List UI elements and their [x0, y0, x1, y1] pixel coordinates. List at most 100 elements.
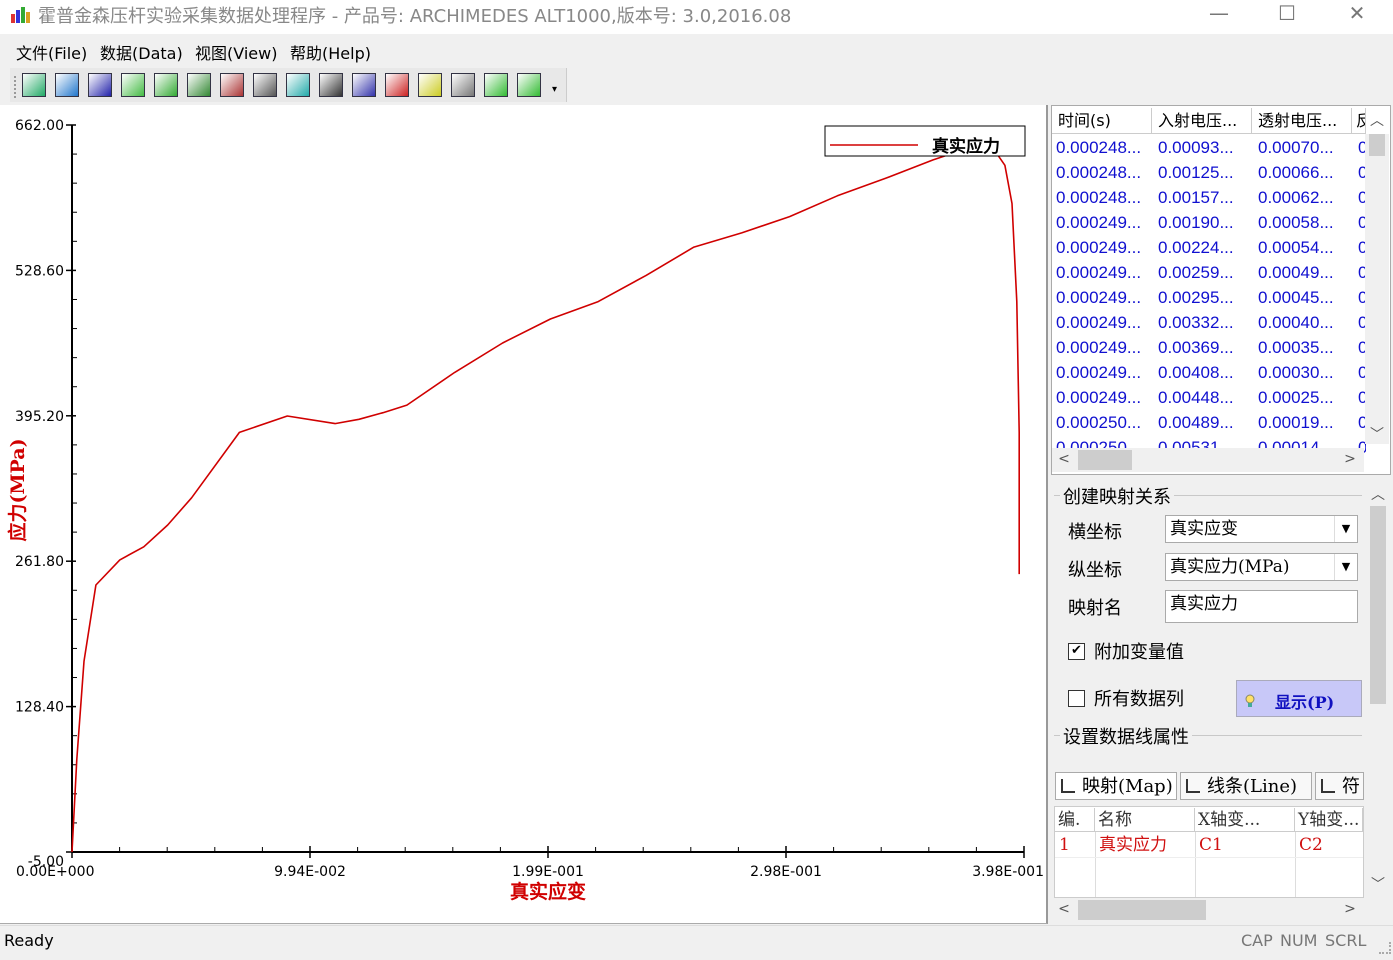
stop-icon[interactable]: [385, 73, 409, 97]
grid-cell[interactable]: 0.00489...: [1158, 410, 1252, 435]
import-icon[interactable]: [55, 73, 79, 97]
chevron-down-icon[interactable]: ▼: [1334, 554, 1357, 580]
save-icon[interactable]: [88, 73, 112, 97]
scroll-down-icon[interactable]: ﹀: [1365, 424, 1389, 444]
grid-cell[interactable]: 0.000249...: [1056, 385, 1150, 410]
grid-cell[interactable]: 0.000248...: [1056, 135, 1150, 160]
map-name-input[interactable]: 真实应力: [1165, 590, 1358, 623]
scroll-right-icon[interactable]: >: [1342, 901, 1358, 917]
map-table-cell[interactable]: C2: [1295, 833, 1363, 857]
grid-cell[interactable]: 0.000248...: [1056, 185, 1150, 210]
scroll-right-icon[interactable]: >: [1342, 451, 1358, 467]
grid-cell[interactable]: 0.00125...: [1158, 160, 1252, 185]
map-table-header-y[interactable]: Y轴变...: [1295, 808, 1363, 832]
grid-cell[interactable]: 0.00093...: [1158, 135, 1252, 160]
menu-help[interactable]: 帮助(Help): [290, 40, 371, 64]
map-table-cell[interactable]: C1: [1195, 833, 1295, 857]
zoom-icon[interactable]: [286, 73, 310, 97]
menu-file[interactable]: 文件(File): [16, 40, 87, 64]
grid-header-time[interactable]: 时间(s): [1052, 108, 1152, 134]
form-vscroll-thumb[interactable]: [1370, 506, 1386, 704]
maximize-button[interactable]: ☐: [1264, 0, 1310, 30]
grid-cell[interactable]: 0.00190...: [1158, 210, 1252, 235]
scroll-up-icon[interactable]: ︿: [1365, 110, 1389, 130]
tab-symbol[interactable]: 符: [1315, 772, 1364, 800]
grid-cell[interactable]: 0.00157...: [1158, 185, 1252, 210]
menu-view[interactable]: 视图(View): [195, 40, 277, 64]
append-values-checkbox[interactable]: ✔: [1068, 643, 1085, 660]
grid-cell[interactable]: 0.00062...: [1258, 185, 1352, 210]
signal-icon[interactable]: [187, 73, 211, 97]
map-table-cell[interactable]: 1: [1055, 833, 1095, 857]
grid-cell[interactable]: 0.00332...: [1158, 310, 1252, 335]
map-table-header-no[interactable]: 编.: [1055, 808, 1095, 832]
grid-cell[interactable]: 0.000249...: [1056, 360, 1150, 385]
grid-cell[interactable]: 0.000249...: [1056, 335, 1150, 360]
y-axis-select[interactable]: 真实应力(MPa) ▼: [1165, 553, 1358, 581]
menu-data[interactable]: 数据(Data): [100, 40, 183, 64]
toolbar-overflow-button[interactable]: ▾: [552, 84, 557, 95]
refresh-icon[interactable]: [121, 73, 145, 97]
scroll-up-icon[interactable]: ︿: [1366, 484, 1390, 504]
grid-hscroll-thumb[interactable]: [1078, 450, 1132, 470]
map-table-header-name[interactable]: 名称: [1095, 808, 1195, 832]
map-table-cell[interactable]: 真实应力: [1095, 833, 1195, 857]
grid-icon[interactable]: [352, 73, 376, 97]
grid-cell[interactable]: 0.000249...: [1056, 285, 1150, 310]
grid-cell[interactable]: 0.00295...: [1158, 285, 1252, 310]
show-button[interactable]: 显示(P): [1236, 680, 1362, 717]
x-axis-select[interactable]: 真实应变 ▼: [1165, 515, 1358, 543]
grid-cell[interactable]: 0.00448...: [1158, 385, 1252, 410]
grid-cell[interactable]: 0.00058...: [1258, 210, 1352, 235]
minimize-button[interactable]: —: [1196, 0, 1242, 30]
clock-icon[interactable]: [319, 73, 343, 97]
tab-map[interactable]: 映射(Map): [1055, 772, 1177, 800]
grid-header-incident[interactable]: 入射电压...: [1152, 108, 1252, 134]
open-folder-icon[interactable]: [22, 73, 46, 97]
grid-cell[interactable]: 0.00025...: [1258, 385, 1352, 410]
resize-grip[interactable]: [1379, 942, 1391, 954]
grid-header-reflect[interactable]: 反: [1352, 108, 1366, 134]
grid-cell[interactable]: 0.00369...: [1158, 335, 1252, 360]
close-button[interactable]: ✕: [1334, 0, 1380, 30]
grid-horizontal-scrollbar[interactable]: < >: [1052, 448, 1364, 472]
scroll-left-icon[interactable]: <: [1056, 901, 1072, 917]
chart-icon[interactable]: [154, 73, 178, 97]
map-table-header-x[interactable]: X轴变...: [1195, 808, 1295, 832]
edit-chart-icon[interactable]: [484, 73, 508, 97]
grid-cell[interactable]: 0.00259...: [1158, 260, 1252, 285]
grid-cell[interactable]: 0.000248...: [1056, 160, 1150, 185]
grid-cell[interactable]: 0.00045...: [1258, 285, 1352, 310]
form-vertical-scrollbar[interactable]: ︿ ﹀: [1366, 478, 1390, 898]
grid-cell[interactable]: 0.00054...: [1258, 235, 1352, 260]
help-icon[interactable]: [418, 73, 442, 97]
grid-cell[interactable]: 0.00049...: [1258, 260, 1352, 285]
grid-cell[interactable]: 0.00019...: [1258, 410, 1352, 435]
grid-cell[interactable]: 0.00224...: [1158, 235, 1252, 260]
grid-cell[interactable]: 0.00408...: [1158, 360, 1252, 385]
grid-cell[interactable]: 0.00030...: [1258, 360, 1352, 385]
tab-line[interactable]: 线条(Line): [1180, 772, 1312, 800]
grid-cell[interactable]: 0.00066...: [1258, 160, 1352, 185]
grid-vscroll-thumb[interactable]: [1369, 134, 1385, 156]
scroll-down-icon[interactable]: ﹀: [1366, 874, 1390, 894]
grid-vertical-scrollbar[interactable]: ︿ ﹀: [1365, 113, 1389, 444]
toolbar-grip[interactable]: [14, 76, 19, 98]
form-horizontal-scrollbar[interactable]: < >: [1052, 898, 1364, 922]
grid-cell[interactable]: 0.00035...: [1258, 335, 1352, 360]
grid-cell[interactable]: 0.000250...: [1056, 410, 1150, 435]
grid-header-transmit[interactable]: 透射电压...: [1252, 108, 1352, 134]
export-icon[interactable]: [253, 73, 277, 97]
form-hscroll-thumb[interactable]: [1078, 900, 1206, 920]
notes-icon[interactable]: [451, 73, 475, 97]
table-icon[interactable]: [220, 73, 244, 97]
all-columns-checkbox[interactable]: [1068, 690, 1085, 707]
grid-cell[interactable]: 0.000249...: [1056, 260, 1150, 285]
grid-cell[interactable]: 0.00070...: [1258, 135, 1352, 160]
grid-cell[interactable]: 0.000249...: [1056, 235, 1150, 260]
settings-icon[interactable]: [517, 73, 541, 97]
scroll-left-icon[interactable]: <: [1056, 451, 1072, 467]
grid-cell[interactable]: 0.000249...: [1056, 310, 1150, 335]
grid-cell[interactable]: 0.00040...: [1258, 310, 1352, 335]
grid-cell[interactable]: 0.000249...: [1056, 210, 1150, 235]
